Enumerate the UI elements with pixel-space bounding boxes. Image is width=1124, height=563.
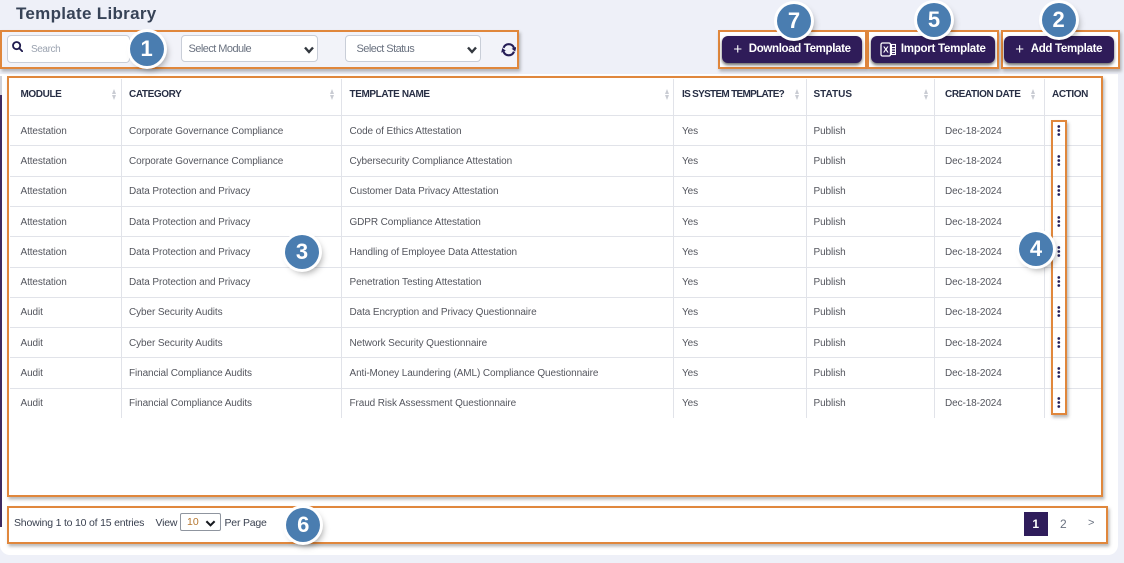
svg-text:X: X — [883, 44, 889, 54]
